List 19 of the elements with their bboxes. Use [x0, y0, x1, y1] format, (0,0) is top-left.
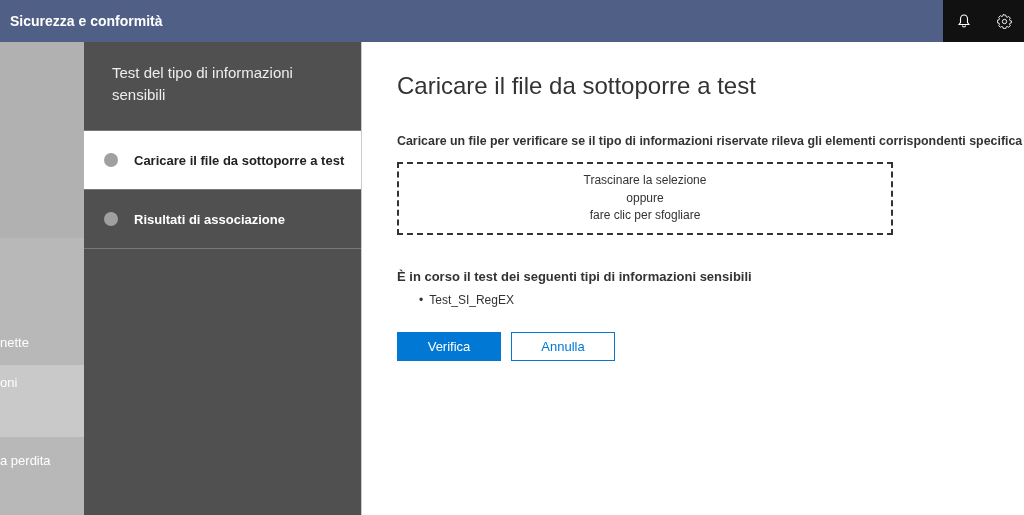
drop-zone-text: oppure: [626, 189, 664, 207]
drop-zone-text: fare clic per sfogliare: [589, 207, 701, 225]
settings-icon[interactable]: [996, 13, 1012, 29]
verify-button[interactable]: Verifica: [397, 332, 501, 361]
section-heading: È in corso il test dei seguenti tipi di informazioni sensibili: [397, 269, 753, 284]
page-title: Caricare il file da sottoporre a test: [397, 72, 757, 100]
wizard-step[interactable]: Caricare il file da sottoporre a test: [84, 130, 361, 189]
wizard-step[interactable]: Risultati di associazione: [84, 189, 361, 249]
bullet-mark: •: [419, 292, 424, 308]
app-title: Sicurezza e conformità: [9, 13, 164, 29]
wizard-title: Test del tipo di informazioni sensibili: [111, 63, 294, 105]
list-item: Test_SI_RegEX: [429, 292, 514, 308]
step-dot-icon: [104, 212, 118, 226]
drop-zone-text: Trascinare la selezione: [583, 172, 707, 190]
cancel-button[interactable]: Annulla: [511, 332, 615, 361]
description-text: Caricare un file per verificare se il tipo di informazioni riservate rileva gli elementi corrispondenti specifica: [397, 134, 1024, 148]
notification-bell-icon[interactable]: [957, 14, 970, 28]
step-dot-icon: [104, 153, 118, 167]
file-drop-zone[interactable]: Trascinare la selezione oppure fare clic per sfogliare: [397, 162, 893, 235]
